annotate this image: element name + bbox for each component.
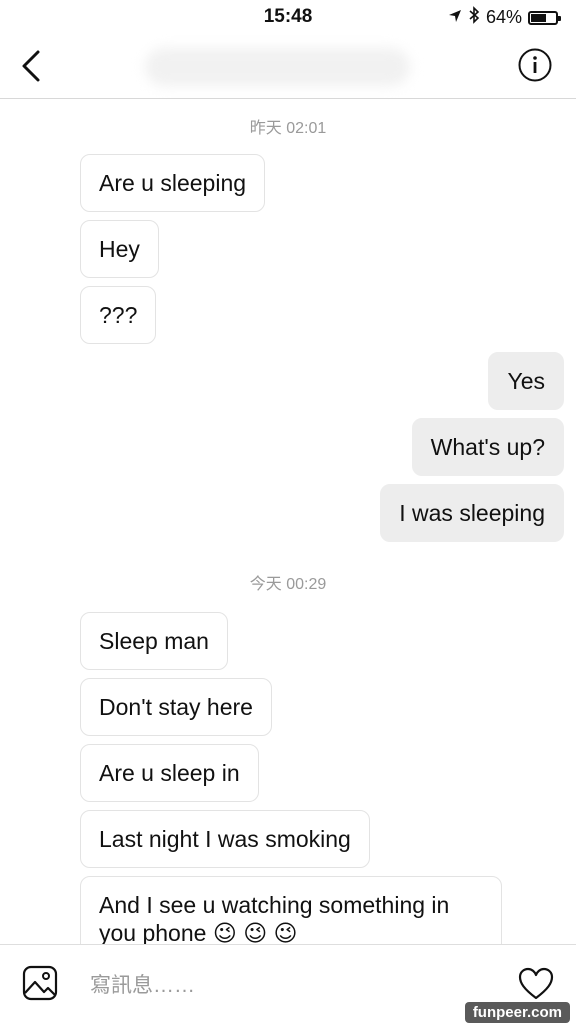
incoming-message[interactable]: Last night I was smoking	[80, 810, 370, 868]
heart-icon	[518, 967, 554, 1000]
info-icon	[518, 48, 552, 82]
status-indicators: 64%	[448, 6, 561, 29]
message-list[interactable]: 昨天 02:01 Are u sleeping Hey ??? Yes What…	[0, 98, 576, 944]
battery-icon	[528, 10, 561, 25]
contact-name-redacted[interactable]	[145, 48, 410, 86]
back-button[interactable]	[14, 48, 50, 84]
incoming-message[interactable]: Don't stay here	[80, 678, 272, 736]
timestamp: 今天 00:29	[249, 576, 327, 593]
timestamp: 昨天 02:01	[249, 120, 327, 137]
chat-header	[0, 36, 576, 99]
message-input[interactable]	[88, 969, 422, 1003]
status-bar: 15:48 64%	[0, 0, 576, 36]
image-icon	[22, 965, 58, 1001]
incoming-message[interactable]: ???	[80, 286, 157, 344]
bluetooth-icon	[468, 6, 480, 29]
location-arrow-icon	[448, 7, 462, 28]
message-composer: funpeer.com	[0, 944, 576, 1025]
outgoing-message[interactable]: What's up?	[411, 418, 564, 476]
watermark: funpeer.com	[464, 1002, 570, 1023]
outgoing-message[interactable]: Yes	[488, 352, 564, 410]
battery-level-fill	[531, 13, 546, 22]
info-button[interactable]	[518, 48, 552, 82]
incoming-message[interactable]: And I see u watching something in you ph…	[80, 876, 502, 944]
chevron-left-icon	[22, 50, 40, 82]
incoming-message[interactable]: Are u sleeping	[80, 154, 266, 212]
battery-percent: 64%	[485, 7, 522, 27]
incoming-message[interactable]: Sleep man	[80, 612, 228, 670]
incoming-message[interactable]: Hey	[80, 220, 159, 278]
outgoing-message[interactable]: I was sleeping	[380, 484, 564, 542]
like-button[interactable]	[518, 967, 554, 1001]
gallery-button[interactable]	[22, 965, 58, 1001]
incoming-message[interactable]: Are u sleep in	[80, 744, 259, 802]
